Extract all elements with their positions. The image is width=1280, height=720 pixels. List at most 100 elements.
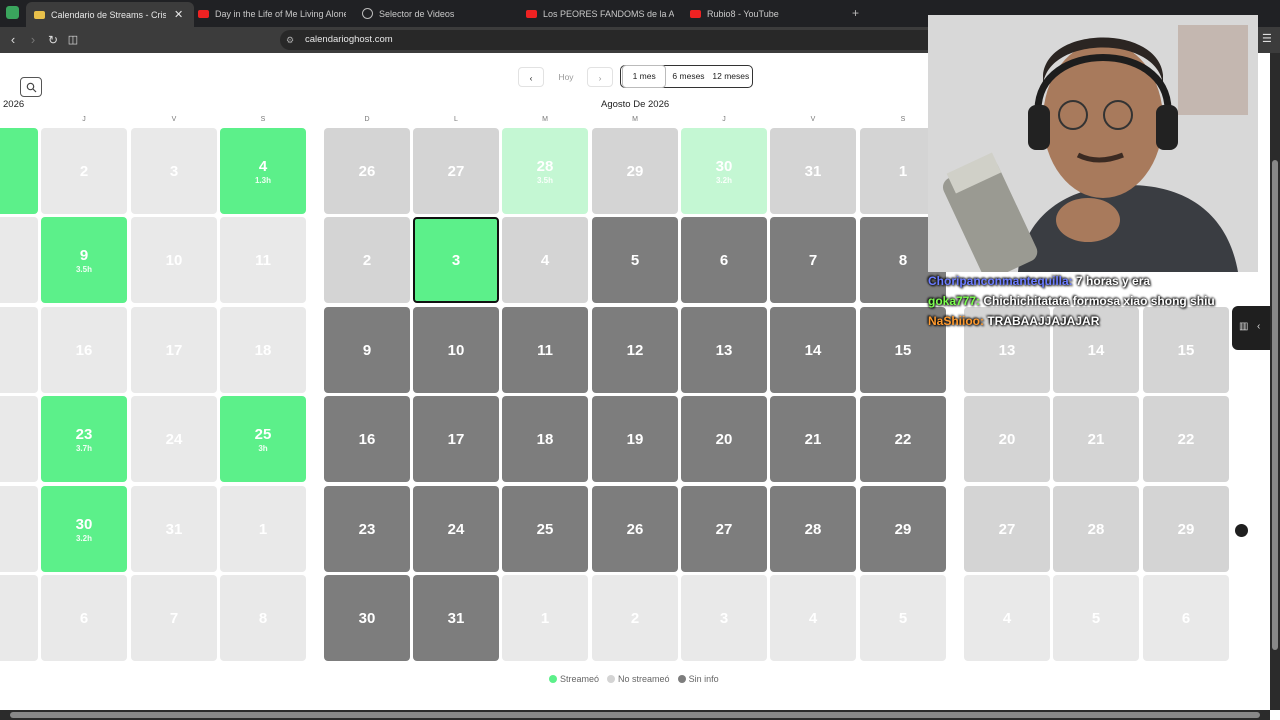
next-month-button[interactable]: › bbox=[587, 67, 613, 87]
today-button[interactable]: Hoy bbox=[549, 67, 583, 87]
day-cell[interactable]: 31 bbox=[413, 575, 499, 661]
day-cell[interactable]: 10 bbox=[131, 217, 217, 303]
day-cell[interactable]: 6 bbox=[41, 575, 127, 661]
range-1-month[interactable]: 1 mes bbox=[622, 65, 667, 88]
day-cell[interactable]: 28 3.5h bbox=[502, 128, 588, 214]
day-cell[interactable]: 5 bbox=[860, 575, 946, 661]
day-cell[interactable]: 18 bbox=[502, 396, 588, 482]
day-cell[interactable]: 19 bbox=[592, 396, 678, 482]
extension-puzzle-icon[interactable] bbox=[6, 6, 19, 19]
day-cell[interactable]: 5 bbox=[592, 217, 678, 303]
day-cell[interactable]: 10 bbox=[413, 307, 499, 393]
day-cell[interactable]: 31 bbox=[131, 486, 217, 572]
close-tab-icon[interactable]: ✕ bbox=[174, 8, 183, 21]
day-cell[interactable]: 17 bbox=[413, 396, 499, 482]
day-cell[interactable]: 18 bbox=[220, 307, 306, 393]
sidebar-toggle-icon[interactable]: ◫ bbox=[65, 32, 81, 48]
day-cell[interactable]: 9 3.5h bbox=[41, 217, 127, 303]
day-cell[interactable]: 28 bbox=[1053, 486, 1139, 572]
day-cell[interactable]: 6 bbox=[1143, 575, 1229, 661]
day-cell[interactable]: 12 bbox=[592, 307, 678, 393]
day-cell[interactable]: 11 bbox=[502, 307, 588, 393]
day-cell[interactable]: 28 bbox=[770, 486, 856, 572]
day-cell[interactable]: 21 bbox=[1053, 396, 1139, 482]
day-cell[interactable]: 30 3.2h bbox=[41, 486, 127, 572]
day-cell[interactable]: 2 bbox=[592, 575, 678, 661]
day-cell[interactable]: h bbox=[0, 128, 38, 214]
chat-bubble-button[interactable] bbox=[1235, 524, 1248, 537]
day-cell[interactable]: 11 bbox=[220, 217, 306, 303]
day-cell[interactable]: 3 bbox=[131, 128, 217, 214]
day-cell[interactable]: 14 bbox=[770, 307, 856, 393]
day-cell[interactable]: 21 bbox=[770, 396, 856, 482]
day-cell[interactable]: 4 bbox=[502, 217, 588, 303]
tab-calendario[interactable]: Calendario de Streams - Cristian ✕ bbox=[26, 2, 194, 27]
day-cell[interactable]: 20 bbox=[964, 396, 1050, 482]
tab-selector-videos[interactable]: Selector de Videos bbox=[362, 2, 512, 25]
day-cell[interactable]: 16 bbox=[41, 307, 127, 393]
day-cell[interactable]: 17 bbox=[131, 307, 217, 393]
day-cell[interactable]: 1 bbox=[220, 486, 306, 572]
legend: Streameó No streameó Sin info bbox=[549, 674, 719, 684]
day-cell[interactable] bbox=[0, 217, 38, 303]
search-button[interactable] bbox=[20, 77, 42, 97]
day-cell[interactable]: 13 bbox=[681, 307, 767, 393]
day-cell[interactable]: 24 bbox=[131, 396, 217, 482]
day-cell[interactable]: 2 bbox=[324, 217, 410, 303]
day-cell[interactable]: 27 bbox=[413, 128, 499, 214]
day-cell[interactable]: 23 3.7h bbox=[41, 396, 127, 482]
day-cell[interactable]: 4 1.3h bbox=[220, 128, 306, 214]
day-cell[interactable]: 8 bbox=[220, 575, 306, 661]
day-cell[interactable]: 4 bbox=[770, 575, 856, 661]
horizontal-scroll-thumb[interactable] bbox=[10, 712, 1260, 718]
day-cell[interactable] bbox=[0, 307, 38, 393]
day-cell[interactable]: 20 bbox=[681, 396, 767, 482]
day-cell[interactable]: 25 bbox=[502, 486, 588, 572]
forward-icon[interactable]: › bbox=[25, 32, 41, 48]
day-cell[interactable]: 26 bbox=[324, 128, 410, 214]
day-cell[interactable]: 3 bbox=[681, 575, 767, 661]
site-settings-icon[interactable]: ⚙ bbox=[286, 30, 294, 50]
prev-month-button[interactable]: ‹ bbox=[518, 67, 544, 87]
new-tab-icon[interactable]: + bbox=[852, 6, 859, 20]
back-icon[interactable]: ‹ bbox=[5, 32, 21, 48]
day-cell[interactable]: 30 bbox=[324, 575, 410, 661]
range-12-months[interactable]: 12 meses bbox=[710, 66, 752, 87]
day-cell[interactable]: 27 bbox=[681, 486, 767, 572]
day-cell[interactable] bbox=[0, 486, 38, 572]
day-cell[interactable]: 31 bbox=[770, 128, 856, 214]
menu-icon[interactable]: ☰ bbox=[1262, 32, 1272, 45]
day-cell[interactable]: 29 bbox=[1143, 486, 1229, 572]
day-cell[interactable]: 25 3h bbox=[220, 396, 306, 482]
day-cell[interactable]: 15 bbox=[1143, 307, 1229, 393]
day-cell[interactable]: 29 bbox=[592, 128, 678, 214]
reload-icon[interactable]: ↻ bbox=[45, 32, 61, 48]
day-cell[interactable]: 4 bbox=[964, 575, 1050, 661]
day-cell[interactable]: 6 bbox=[681, 217, 767, 303]
day-cell[interactable]: 16 bbox=[324, 396, 410, 482]
day-cell[interactable]: 7 bbox=[770, 217, 856, 303]
day-cell[interactable]: 22 bbox=[860, 396, 946, 482]
day-cell[interactable]: 26 bbox=[592, 486, 678, 572]
day-cell[interactable]: 9 bbox=[324, 307, 410, 393]
today-day-cell[interactable]: 3 bbox=[413, 217, 499, 303]
day-cell[interactable]: 5 bbox=[1053, 575, 1139, 661]
day-cell[interactable]: 27 bbox=[964, 486, 1050, 572]
tab-rubio8[interactable]: Rubio8 - YouTube bbox=[690, 2, 830, 25]
day-cell[interactable]: 1 bbox=[502, 575, 588, 661]
day-cell[interactable]: 7 bbox=[131, 575, 217, 661]
day-cell[interactable]: 29 bbox=[860, 486, 946, 572]
vertical-scroll-thumb[interactable] bbox=[1272, 160, 1278, 650]
day-cell[interactable]: 24 bbox=[413, 486, 499, 572]
day-cell[interactable]: 2 bbox=[41, 128, 127, 214]
day-cell[interactable]: 23 bbox=[324, 486, 410, 572]
day-cell[interactable] bbox=[0, 575, 38, 661]
day-cell[interactable]: 22 bbox=[1143, 396, 1229, 482]
tab-day-in-the-life[interactable]: Day in the Life of Me Living Alone in bbox=[198, 2, 346, 25]
tab-peores-fandoms[interactable]: Los PEORES FANDOMS de la ANIMA bbox=[526, 2, 674, 25]
address-bar[interactable]: ⚙ calendarioghost.com bbox=[280, 30, 940, 50]
range-6-months[interactable]: 6 meses bbox=[667, 66, 709, 87]
day-cell[interactable]: 30 3.2h bbox=[681, 128, 767, 214]
day-cell[interactable] bbox=[0, 396, 38, 482]
stats-panel-toggle[interactable]: ▥ ‹ bbox=[1232, 306, 1270, 350]
